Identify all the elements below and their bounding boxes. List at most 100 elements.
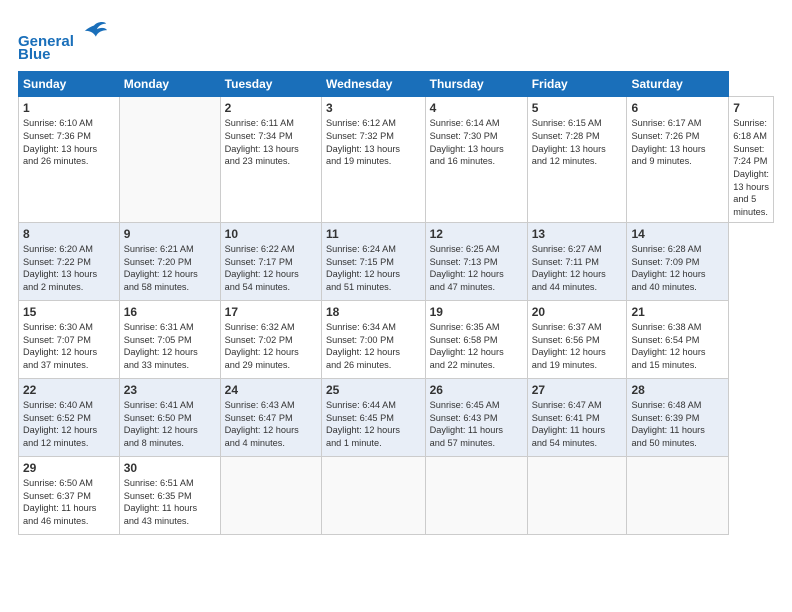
weekday-header-saturday: Saturday xyxy=(627,72,729,97)
day-info: Sunrise: 6:15 AM Sunset: 7:28 PM Dayligh… xyxy=(532,117,623,168)
day-number: 11 xyxy=(326,226,421,242)
calendar-week-1: 1Sunrise: 6:10 AM Sunset: 7:36 PM Daylig… xyxy=(19,97,774,223)
calendar-day: 2Sunrise: 6:11 AM Sunset: 7:34 PM Daylig… xyxy=(220,97,321,223)
calendar-day xyxy=(425,456,527,534)
header: General Blue xyxy=(18,18,774,63)
calendar-day: 18Sunrise: 6:34 AM Sunset: 7:00 PM Dayli… xyxy=(321,300,425,378)
day-info: Sunrise: 6:45 AM Sunset: 6:43 PM Dayligh… xyxy=(430,399,523,450)
day-number: 21 xyxy=(631,304,724,320)
calendar-body: 1Sunrise: 6:10 AM Sunset: 7:36 PM Daylig… xyxy=(19,97,774,535)
calendar-day xyxy=(627,456,729,534)
calendar-table: SundayMondayTuesdayWednesdayThursdayFrid… xyxy=(18,71,774,535)
day-number: 24 xyxy=(225,382,317,398)
day-number: 30 xyxy=(124,460,216,476)
day-number: 5 xyxy=(532,100,623,116)
day-number: 17 xyxy=(225,304,317,320)
weekday-header-wednesday: Wednesday xyxy=(321,72,425,97)
calendar-day: 7Sunrise: 6:18 AM Sunset: 7:24 PM Daylig… xyxy=(729,97,774,223)
day-info: Sunrise: 6:50 AM Sunset: 6:37 PM Dayligh… xyxy=(23,477,115,528)
day-number: 12 xyxy=(430,226,523,242)
calendar-day: 4Sunrise: 6:14 AM Sunset: 7:30 PM Daylig… xyxy=(425,97,527,223)
calendar-day: 22Sunrise: 6:40 AM Sunset: 6:52 PM Dayli… xyxy=(19,378,120,456)
day-info: Sunrise: 6:25 AM Sunset: 7:13 PM Dayligh… xyxy=(430,243,523,294)
calendar-day xyxy=(321,456,425,534)
day-number: 20 xyxy=(532,304,623,320)
calendar-day xyxy=(119,97,220,223)
day-number: 1 xyxy=(23,100,115,116)
day-info: Sunrise: 6:17 AM Sunset: 7:26 PM Dayligh… xyxy=(631,117,724,168)
day-info: Sunrise: 6:14 AM Sunset: 7:30 PM Dayligh… xyxy=(430,117,523,168)
calendar-day: 25Sunrise: 6:44 AM Sunset: 6:45 PM Dayli… xyxy=(321,378,425,456)
day-number: 23 xyxy=(124,382,216,398)
day-number: 7 xyxy=(733,100,769,116)
day-number: 27 xyxy=(532,382,623,398)
calendar-day: 16Sunrise: 6:31 AM Sunset: 7:05 PM Dayli… xyxy=(119,300,220,378)
calendar-day: 8Sunrise: 6:20 AM Sunset: 7:22 PM Daylig… xyxy=(19,222,120,300)
weekday-header-tuesday: Tuesday xyxy=(220,72,321,97)
day-number: 8 xyxy=(23,226,115,242)
day-info: Sunrise: 6:31 AM Sunset: 7:05 PM Dayligh… xyxy=(124,321,216,372)
day-info: Sunrise: 6:35 AM Sunset: 6:58 PM Dayligh… xyxy=(430,321,523,372)
day-number: 4 xyxy=(430,100,523,116)
day-info: Sunrise: 6:44 AM Sunset: 6:45 PM Dayligh… xyxy=(326,399,421,450)
day-info: Sunrise: 6:21 AM Sunset: 7:20 PM Dayligh… xyxy=(124,243,216,294)
logo-bird-icon xyxy=(80,18,108,46)
day-info: Sunrise: 6:24 AM Sunset: 7:15 PM Dayligh… xyxy=(326,243,421,294)
day-number: 2 xyxy=(225,100,317,116)
day-number: 9 xyxy=(124,226,216,242)
day-info: Sunrise: 6:11 AM Sunset: 7:34 PM Dayligh… xyxy=(225,117,317,168)
calendar-week-5: 29Sunrise: 6:50 AM Sunset: 6:37 PM Dayli… xyxy=(19,456,774,534)
day-info: Sunrise: 6:34 AM Sunset: 7:00 PM Dayligh… xyxy=(326,321,421,372)
calendar-day: 29Sunrise: 6:50 AM Sunset: 6:37 PM Dayli… xyxy=(19,456,120,534)
calendar-day xyxy=(220,456,321,534)
day-info: Sunrise: 6:40 AM Sunset: 6:52 PM Dayligh… xyxy=(23,399,115,450)
logo: General Blue xyxy=(18,18,108,63)
day-info: Sunrise: 6:12 AM Sunset: 7:32 PM Dayligh… xyxy=(326,117,421,168)
calendar-day: 21Sunrise: 6:38 AM Sunset: 6:54 PM Dayli… xyxy=(627,300,729,378)
calendar-day: 10Sunrise: 6:22 AM Sunset: 7:17 PM Dayli… xyxy=(220,222,321,300)
day-number: 25 xyxy=(326,382,421,398)
day-info: Sunrise: 6:28 AM Sunset: 7:09 PM Dayligh… xyxy=(631,243,724,294)
calendar-day: 20Sunrise: 6:37 AM Sunset: 6:56 PM Dayli… xyxy=(527,300,627,378)
calendar-day: 1Sunrise: 6:10 AM Sunset: 7:36 PM Daylig… xyxy=(19,97,120,223)
page: General Blue SundayMondayTuesdayWednesda… xyxy=(0,0,792,545)
day-info: Sunrise: 6:41 AM Sunset: 6:50 PM Dayligh… xyxy=(124,399,216,450)
day-number: 29 xyxy=(23,460,115,476)
day-number: 18 xyxy=(326,304,421,320)
weekday-header-thursday: Thursday xyxy=(425,72,527,97)
calendar-day: 24Sunrise: 6:43 AM Sunset: 6:47 PM Dayli… xyxy=(220,378,321,456)
day-number: 28 xyxy=(631,382,724,398)
calendar-day: 9Sunrise: 6:21 AM Sunset: 7:20 PM Daylig… xyxy=(119,222,220,300)
calendar-week-4: 22Sunrise: 6:40 AM Sunset: 6:52 PM Dayli… xyxy=(19,378,774,456)
calendar-day: 23Sunrise: 6:41 AM Sunset: 6:50 PM Dayli… xyxy=(119,378,220,456)
day-info: Sunrise: 6:10 AM Sunset: 7:36 PM Dayligh… xyxy=(23,117,115,168)
day-info: Sunrise: 6:37 AM Sunset: 6:56 PM Dayligh… xyxy=(532,321,623,372)
calendar-header: SundayMondayTuesdayWednesdayThursdayFrid… xyxy=(19,72,774,97)
day-number: 10 xyxy=(225,226,317,242)
calendar-day: 26Sunrise: 6:45 AM Sunset: 6:43 PM Dayli… xyxy=(425,378,527,456)
calendar-week-3: 15Sunrise: 6:30 AM Sunset: 7:07 PM Dayli… xyxy=(19,300,774,378)
weekday-header-monday: Monday xyxy=(119,72,220,97)
calendar-day: 15Sunrise: 6:30 AM Sunset: 7:07 PM Dayli… xyxy=(19,300,120,378)
day-number: 22 xyxy=(23,382,115,398)
day-info: Sunrise: 6:20 AM Sunset: 7:22 PM Dayligh… xyxy=(23,243,115,294)
day-info: Sunrise: 6:48 AM Sunset: 6:39 PM Dayligh… xyxy=(631,399,724,450)
day-number: 3 xyxy=(326,100,421,116)
calendar-day: 27Sunrise: 6:47 AM Sunset: 6:41 PM Dayli… xyxy=(527,378,627,456)
day-number: 26 xyxy=(430,382,523,398)
day-info: Sunrise: 6:30 AM Sunset: 7:07 PM Dayligh… xyxy=(23,321,115,372)
calendar-day: 6Sunrise: 6:17 AM Sunset: 7:26 PM Daylig… xyxy=(627,97,729,223)
calendar-day: 17Sunrise: 6:32 AM Sunset: 7:02 PM Dayli… xyxy=(220,300,321,378)
calendar-day: 11Sunrise: 6:24 AM Sunset: 7:15 PM Dayli… xyxy=(321,222,425,300)
day-number: 14 xyxy=(631,226,724,242)
day-info: Sunrise: 6:47 AM Sunset: 6:41 PM Dayligh… xyxy=(532,399,623,450)
calendar-day: 28Sunrise: 6:48 AM Sunset: 6:39 PM Dayli… xyxy=(627,378,729,456)
day-number: 6 xyxy=(631,100,724,116)
day-info: Sunrise: 6:27 AM Sunset: 7:11 PM Dayligh… xyxy=(532,243,623,294)
day-number: 13 xyxy=(532,226,623,242)
calendar-day: 3Sunrise: 6:12 AM Sunset: 7:32 PM Daylig… xyxy=(321,97,425,223)
day-number: 15 xyxy=(23,304,115,320)
calendar-day: 13Sunrise: 6:27 AM Sunset: 7:11 PM Dayli… xyxy=(527,222,627,300)
calendar-day: 14Sunrise: 6:28 AM Sunset: 7:09 PM Dayli… xyxy=(627,222,729,300)
day-info: Sunrise: 6:22 AM Sunset: 7:17 PM Dayligh… xyxy=(225,243,317,294)
